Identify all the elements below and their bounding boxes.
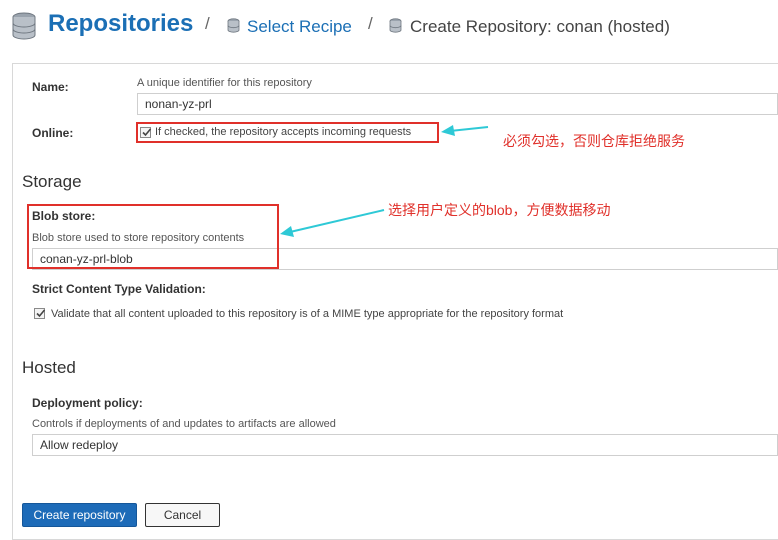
annotation-arrows [280,125,489,237]
annotation-arrow-blob [280,209,385,237]
annotation-arrow-online [441,125,489,136]
